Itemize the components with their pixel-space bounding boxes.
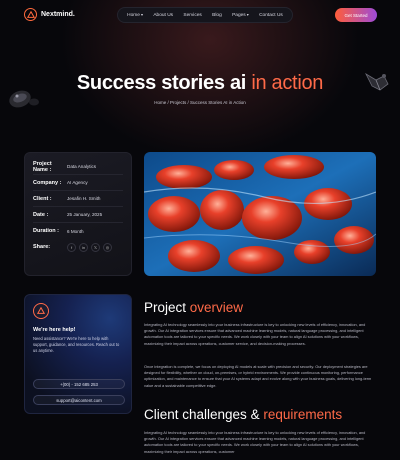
info-label: Client : [33,195,52,202]
nav-item-services[interactable]: Services [183,13,201,18]
challenges-title: Client challenges & requirements [144,407,342,422]
info-value: Jesafin H. Smith [67,196,101,201]
info-value: Data Analytics [67,164,97,169]
challenges-title-main: Client challenges & [144,407,264,422]
nav-item-contact-us[interactable]: Contact Us [259,13,283,18]
info-row: Client : Jesafin H. Smith [33,191,123,207]
help-title: We're here help! [33,327,76,333]
page-title-accent: in action [251,72,324,94]
info-value: AI Agency [67,180,88,185]
help-text: Need assistance? We're here to help with… [33,336,120,353]
linkedin-icon[interactable]: in [79,242,88,252]
nav-item-blog[interactable]: Blog [212,13,222,18]
project-info-card: Project Name : Data Analytics Company : AI … [24,152,132,276]
breadcrumb: Home / Projects / Success Stories AI in … [154,100,246,105]
instagram-icon[interactable]: ◎ [103,242,112,252]
x-icon[interactable]: 𝕏 [91,242,100,252]
info-label: Company : [33,179,62,186]
nav-item-label: Services [183,12,202,18]
overview-paragraph-2: Once integration is complete, we focus o… [144,364,372,388]
overview-title-accent: overview [189,300,244,315]
main-nav: Home▾ About Us Services Blog Pages▾ Contact U… [117,7,293,23]
info-label: Project Name : [33,160,52,173]
challenges-paragraph-1: Integrating AI technology seamlessly int… [144,430,366,454]
get-started-button[interactable]: Get Started [335,8,377,22]
info-row: Project Name : Data Analytics [33,159,123,175]
overview-title-main: Project [144,300,190,315]
phone-button[interactable]: +(00) - 152 685 253 [33,379,125,389]
facebook-icon[interactable]: f [67,242,76,252]
page-title: Success stories ai in action [0,72,400,95]
overview-title: Project overview [144,300,243,315]
nav-item-label: Blog [212,12,222,18]
info-label: Date : [33,211,49,218]
info-label: Duration : [33,228,59,234]
chevron-down-icon: ▾ [140,12,143,17]
logo-icon [33,303,49,319]
logo-icon [24,8,37,21]
site-header: Nextmind. Home▾ About Us Services Blog Pages… [0,0,400,30]
info-row: Duration : 6 Month [33,223,123,239]
info-row: Company : AI Agency [33,175,123,191]
nav-item-pages[interactable]: Pages▾ [232,12,249,18]
brand-name: Nextmind. [41,11,75,18]
page-title-main: Success stories ai [76,72,252,94]
share-row: Share: f in 𝕏 ◎ [33,239,123,255]
brand-logo[interactable]: Nextmind. [24,8,75,21]
nav-item-label: Home [127,13,140,18]
email-button[interactable]: support@aicontent.com [33,395,125,405]
info-row: Date : 25 January, 2025 [33,207,123,223]
chevron-down-icon: ▾ [246,12,249,17]
nav-item-home[interactable]: Home▾ [127,12,143,18]
overview-paragraph-1: Integrating AI technology seamlessly int… [144,322,366,346]
info-value: 6 Month [67,228,84,234]
help-card: We're here help! Need assistance? We're … [24,294,132,414]
challenges-title-accent: requirements [263,407,343,422]
nav-item-about-us[interactable]: About Us [153,13,173,18]
project-image [144,152,376,276]
nav-item-label: About Us [153,12,174,18]
nav-item-label: Pages [232,13,246,18]
info-value: 25 January, 2025 [67,212,103,217]
nav-item-label: Contact Us [259,12,283,18]
share-label: Share: [33,244,51,250]
